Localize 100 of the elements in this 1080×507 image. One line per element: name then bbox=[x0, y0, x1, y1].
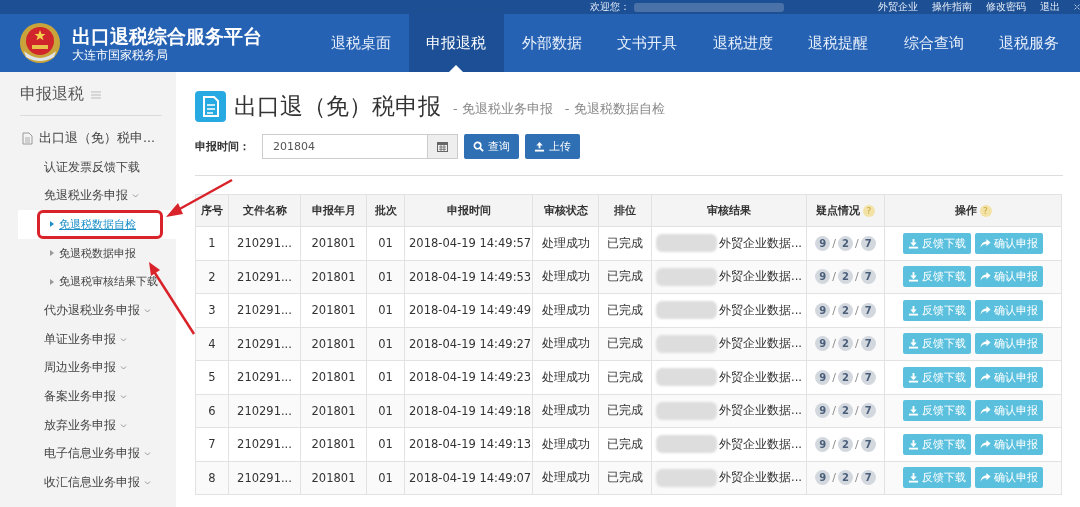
count-badge: 7 bbox=[860, 470, 876, 486]
nav-tab[interactable]: 外部数据 bbox=[504, 14, 600, 72]
table-cell: 4 bbox=[195, 327, 229, 361]
table-cell: 已完成 bbox=[598, 293, 652, 327]
download-icon bbox=[908, 338, 919, 350]
share-arrow-icon bbox=[980, 371, 991, 383]
table-cell: 201801 bbox=[300, 226, 367, 260]
download-icon bbox=[908, 405, 919, 417]
sidebar-item[interactable]: 周边业务申报 bbox=[0, 353, 176, 383]
nav-tab[interactable]: 退税桌面 bbox=[313, 14, 409, 72]
table-cell: 210291... bbox=[228, 461, 301, 495]
count-badge: 7 bbox=[860, 369, 876, 385]
redaction-block bbox=[656, 267, 718, 286]
download-icon bbox=[908, 438, 919, 450]
count-badge: 9 bbox=[815, 470, 831, 486]
table-cell: 210291... bbox=[228, 427, 301, 461]
upload-button[interactable]: 上传 bbox=[525, 134, 580, 159]
nav-tab[interactable]: 退税提醒 bbox=[790, 14, 886, 72]
table-cell: 210291... bbox=[228, 260, 301, 294]
table-cell: 01 bbox=[366, 427, 405, 461]
count-badge: 9 bbox=[815, 369, 831, 385]
top-link[interactable]: 退出 bbox=[1040, 0, 1060, 14]
table-cell: 3 bbox=[195, 293, 229, 327]
column-header: 批次 bbox=[366, 194, 405, 227]
count-badge: 2 bbox=[838, 470, 853, 486]
table-cell: 8 bbox=[195, 461, 229, 495]
sidebar-item[interactable]: 放弃业务申报 bbox=[0, 410, 176, 440]
table-cell: 201801 bbox=[300, 427, 367, 461]
caret-icon bbox=[144, 307, 151, 313]
sidebar-item[interactable]: 免退税数据申报 bbox=[0, 238, 176, 268]
caret-icon bbox=[120, 336, 127, 342]
document-icon bbox=[22, 131, 33, 145]
sidebar-item[interactable]: 单证业务申报 bbox=[0, 324, 176, 354]
search-button[interactable]: 查询 bbox=[464, 134, 519, 159]
nav-tab[interactable]: 综合查询 bbox=[886, 14, 982, 72]
caret-icon bbox=[144, 480, 151, 486]
sidebar-item[interactable]: 收汇信息业务申报 bbox=[0, 468, 176, 497]
nav-tab[interactable]: 文书开具 bbox=[599, 14, 695, 72]
calendar-button[interactable] bbox=[428, 134, 458, 159]
caret-icon bbox=[144, 451, 151, 457]
date-input[interactable]: 201804 bbox=[262, 134, 428, 159]
top-link[interactable]: 操作指南 bbox=[932, 0, 972, 14]
column-header: 序号 bbox=[195, 194, 229, 227]
caret-icon bbox=[120, 365, 127, 371]
table-cell: 01 bbox=[366, 293, 405, 327]
table-cell: 处理成功 bbox=[532, 461, 599, 495]
table-cell: 已完成 bbox=[598, 360, 652, 394]
table-cell: 210291... bbox=[228, 360, 301, 394]
sidebar-item[interactable]: 出口退（免）税申... bbox=[0, 124, 176, 153]
table-cell: 已完成 bbox=[598, 394, 652, 428]
sidebar-item[interactable]: 电子信息业务申报 bbox=[0, 439, 176, 469]
count-badge: 2 bbox=[838, 235, 853, 251]
share-arrow-icon bbox=[980, 271, 991, 283]
column-header: 审核状态 bbox=[532, 194, 599, 227]
triangle-bullet-icon bbox=[50, 278, 54, 285]
table-cell: 2018-04-19 14:49:23 bbox=[404, 360, 533, 394]
separator-slash: / bbox=[855, 236, 859, 250]
nav-tab[interactable]: 退税服务 bbox=[981, 14, 1077, 72]
caret-icon bbox=[132, 193, 139, 199]
column-header: 疑点情况 bbox=[816, 203, 860, 218]
top-link[interactable]: 外贸企业 bbox=[878, 0, 918, 14]
separator-slash: / bbox=[855, 303, 859, 317]
separator-slash: / bbox=[832, 303, 836, 317]
column-header: 排位 bbox=[598, 194, 652, 227]
table-cell: 处理成功 bbox=[532, 327, 599, 361]
separator-slash: / bbox=[855, 337, 859, 351]
table-cell: 处理成功 bbox=[532, 226, 599, 260]
separator-slash: / bbox=[855, 404, 859, 418]
table-cell: 01 bbox=[366, 226, 405, 260]
redaction-block bbox=[656, 234, 718, 253]
redaction-block bbox=[656, 401, 718, 420]
table-cell: 2018-04-19 14:49:49 bbox=[404, 293, 533, 327]
nav-tab[interactable]: 申报退税 bbox=[408, 14, 504, 72]
table-cell: 外贸企业数据... bbox=[719, 269, 802, 285]
top-link[interactable]: 修改密码 bbox=[986, 0, 1026, 14]
table-cell: 1 bbox=[195, 226, 229, 260]
table-cell: 2018-04-19 14:49:53 bbox=[404, 260, 533, 294]
sidebar-item[interactable]: 免退税审核结果下载 bbox=[0, 267, 176, 297]
share-arrow-icon bbox=[980, 338, 991, 350]
count-badge: 7 bbox=[860, 235, 876, 251]
sidebar-item[interactable]: 备案业务申报 bbox=[0, 382, 176, 411]
table-cell: 外贸企业数据... bbox=[719, 369, 802, 385]
share-arrow-icon bbox=[980, 405, 991, 417]
sidebar-item[interactable]: 代办退税业务申报 bbox=[0, 296, 176, 325]
redaction-block bbox=[656, 435, 718, 454]
share-arrow-icon bbox=[980, 304, 991, 316]
separator-slash: / bbox=[832, 404, 836, 418]
sidebar-item[interactable]: 免退税数据自检 bbox=[18, 210, 176, 239]
table-cell: 处理成功 bbox=[532, 427, 599, 461]
separator-slash: / bbox=[855, 270, 859, 284]
expand-icon[interactable] bbox=[1074, 2, 1080, 12]
caret-icon bbox=[120, 422, 127, 428]
table-cell: 已完成 bbox=[598, 461, 652, 495]
table-cell: 已完成 bbox=[598, 327, 652, 361]
count-badge: 7 bbox=[860, 403, 876, 419]
sidebar-item[interactable]: 认证发票反馈下载 bbox=[0, 152, 176, 182]
sidebar-item[interactable]: 免退税业务申报 bbox=[0, 181, 176, 211]
triangle-bullet-icon bbox=[50, 221, 54, 228]
separator-slash: / bbox=[832, 471, 836, 485]
nav-tab[interactable]: 退税进度 bbox=[695, 14, 791, 72]
